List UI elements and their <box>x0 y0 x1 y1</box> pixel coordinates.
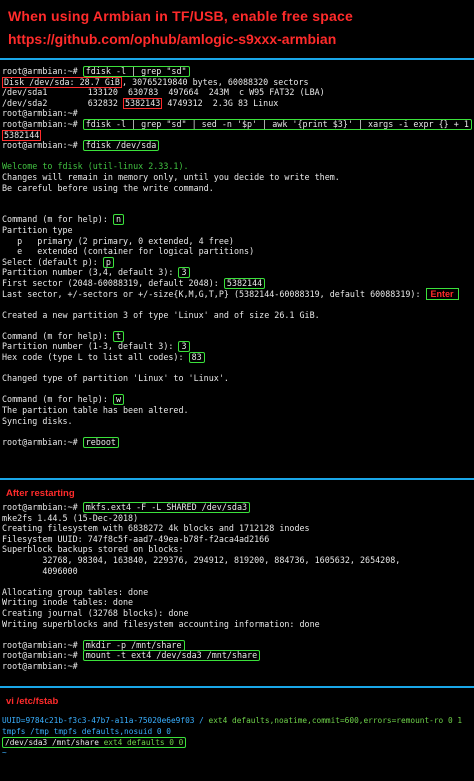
next-sector-value: 5382144 <box>2 129 42 141</box>
prompt: root@armbian:~# <box>2 66 83 76</box>
command-mkfs[interactable]: mkfs.ext4 -F -L SHARED /dev/sda3 <box>82 502 251 513</box>
prompt: root@armbian:~# <box>2 660 83 671</box>
command-mount[interactable]: mount -t ext4 /dev/sda3 /mnt/share <box>82 650 261 662</box>
input-p[interactable]: p <box>102 256 114 268</box>
banner-title: When using Armbian in TF/USB, enable fre… <box>8 8 353 24</box>
divider-bottom <box>0 686 474 688</box>
editor-tilde: ~ <box>2 747 7 757</box>
fstab-line-share[interactable]: /dev/sda3 /mnt/share ext4 defaults 0 0 <box>2 737 187 749</box>
prompt: root@armbian:~# <box>2 108 83 119</box>
command-fdisk-sda[interactable]: fdisk /dev/sda <box>82 140 160 152</box>
fstab-editor: UUID=9784c21b-f3c3-47b7-a11a-75020e6e9f0… <box>2 716 472 758</box>
fstab-line-tmp: tmpfs /tmp tmpfs defaults,nosuid 0 0 <box>2 726 171 736</box>
disk-size-highlight: Disk /dev/sda: 28.7 GiB <box>2 76 122 88</box>
banner: When using Armbian in TF/USB, enable fre… <box>0 0 474 55</box>
command-fdisk-list[interactable]: fdisk -l | grep "sd" <box>82 66 190 77</box>
sda2-row: /dev/sda2 632832 <box>2 97 124 108</box>
input-partition-3b[interactable]: 3 <box>178 341 190 353</box>
input-hex-83[interactable]: 83 <box>188 352 205 364</box>
input-partition-3[interactable]: 3 <box>178 267 190 279</box>
command-next-sector[interactable]: fdisk -l | grep "sd" | sed -n '$p' | awk… <box>82 118 472 130</box>
command-mkdir[interactable]: mkdir -p /mnt/share <box>82 639 185 651</box>
prompt: root@armbian:~# <box>2 140 83 151</box>
input-first-sector[interactable]: 5382144 <box>223 277 266 289</box>
fstab-label: vi /etc/fstab <box>6 696 59 707</box>
first-sector-value: 5382144 <box>226 277 263 288</box>
prompt: root@armbian:~# <box>2 639 83 650</box>
input-w[interactable]: w <box>112 394 124 406</box>
terminal-block-1: root@armbian:~# fdisk -l | grep "sd" Dis… <box>2 66 472 448</box>
terminal-block-2: root@armbian:~# mkfs.ext4 -F -L SHARED /… <box>2 502 472 672</box>
enter-key-badge[interactable]: Enter <box>425 288 459 301</box>
banner-url[interactable]: https://github.com/ophub/amlogic-s9xxx-a… <box>8 31 336 47</box>
command-reboot[interactable]: reboot <box>82 436 119 448</box>
sda1-row: /dev/sda1 133120 630783 497664 243M c W9… <box>2 87 325 98</box>
fdisk-note: Changes will remain in memory only, unti… <box>2 171 340 182</box>
input-n[interactable]: n <box>112 214 124 226</box>
prompt: root@armbian:~# <box>2 650 83 661</box>
input-t[interactable]: t <box>112 330 124 342</box>
fstab-line-root: UUID=9784c21b-f3c3-47b7-a11a-75020e6e9f0… <box>2 716 463 725</box>
fdisk-welcome: Welcome to fdisk (util-linux 2.33.1). <box>2 161 189 172</box>
sda2-end-sector: 5382143 <box>123 97 163 109</box>
disk-info: , 30765219840 bytes, 60088320 sectors <box>121 76 309 87</box>
divider-middle <box>0 478 474 480</box>
prompt: root@armbian:~# <box>2 118 83 129</box>
fdisk-note: Be careful before using the write comman… <box>2 182 214 193</box>
prompt: root@armbian:~# <box>2 436 83 447</box>
prompt: root@armbian:~# <box>2 502 83 512</box>
after-restarting-label: After restarting <box>6 488 75 499</box>
divider-top <box>0 58 474 60</box>
